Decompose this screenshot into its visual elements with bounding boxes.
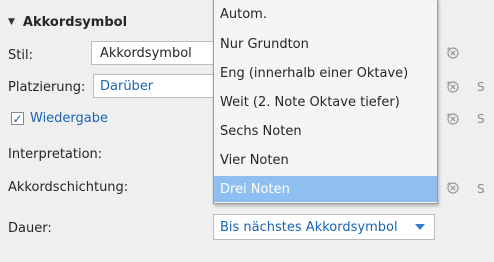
menu-item-eng[interactable]: Eng (innerhalb einer Oktave) — [214, 60, 437, 86]
menu-item-drei-noten[interactable]: Drei Noten — [214, 176, 437, 202]
reset-icon[interactable] — [446, 80, 460, 94]
platzierung-select[interactable]: Darüber — [93, 74, 214, 98]
reset-icon[interactable] — [446, 181, 460, 195]
akkordschichtung-label: Akkordschichtung: — [8, 180, 129, 195]
menu-item-sechs-noten[interactable]: Sechs Noten — [214, 118, 437, 144]
reset-icon[interactable] — [446, 112, 460, 126]
wiedergabe-label: Wiedergabe — [30, 111, 109, 126]
chevron-down-icon[interactable] — [415, 224, 425, 230]
platzierung-value: Darüber — [100, 78, 154, 94]
menu-item-weit[interactable]: Weit (2. Note Oktave tiefer) — [214, 89, 437, 115]
menu-item-autom[interactable]: Autom. — [214, 1, 437, 27]
reset-icon[interactable] — [446, 46, 460, 60]
dauer-select[interactable]: Bis nächstes Akkordsymbol — [213, 214, 435, 240]
interpretation-label: Interpretation: — [8, 147, 103, 162]
menu-item-nur-grundton[interactable]: Nur Grundton — [214, 31, 437, 57]
style-s-label[interactable]: S — [477, 182, 485, 196]
checkmark-icon[interactable]: ✓ — [11, 112, 24, 125]
collapse-triangle-icon[interactable]: ▼ — [8, 17, 15, 27]
stil-select[interactable]: Akkordsymbol — [91, 41, 214, 65]
section-header-akkordsymbol[interactable]: ▼ Akkordsymbol — [8, 12, 127, 32]
style-s-label[interactable]: S — [477, 112, 485, 126]
style-s-label[interactable]: S — [477, 80, 485, 94]
akkordschichtung-dropdown-menu: Autom. Nur Grundton Eng (innerhalb einer… — [213, 0, 438, 204]
wiedergabe-checkbox[interactable]: ✓ Wiedergabe — [11, 111, 108, 126]
section-title: Akkordsymbol — [22, 14, 128, 30]
stil-label: Stil: — [8, 48, 33, 63]
menu-item-vier-noten[interactable]: Vier Noten — [214, 147, 437, 173]
stil-value: Akkordsymbol — [100, 45, 192, 61]
dauer-value: Bis nächstes Akkordsymbol — [220, 219, 398, 235]
dauer-label: Dauer: — [8, 221, 52, 236]
platzierung-label: Platzierung: — [8, 80, 86, 95]
